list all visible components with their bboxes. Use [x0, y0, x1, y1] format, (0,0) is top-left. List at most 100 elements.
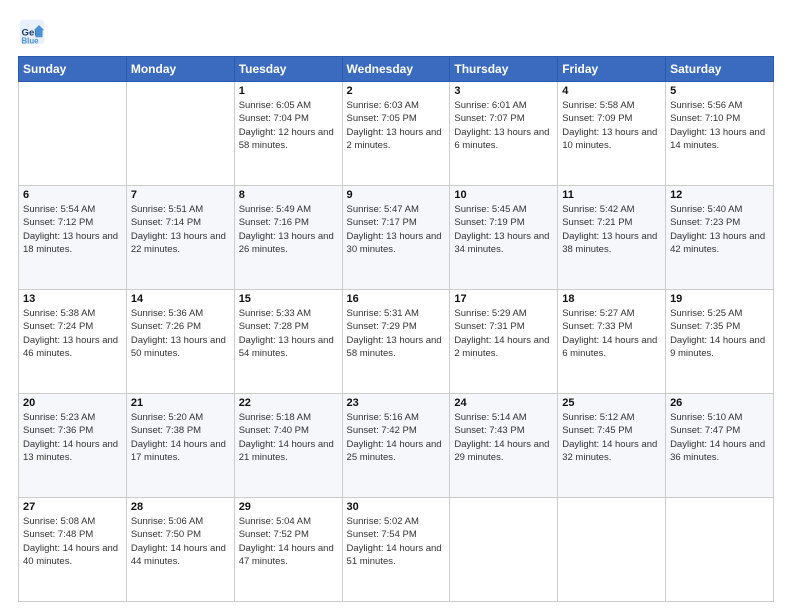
day-number: 11 [562, 189, 661, 201]
calendar-cell [19, 82, 127, 186]
day-number: 19 [670, 293, 769, 305]
day-number: 18 [562, 293, 661, 305]
day-info: Sunrise: 6:01 AMSunset: 7:07 PMDaylight:… [454, 99, 553, 152]
calendar-cell: 18 Sunrise: 5:27 AMSunset: 7:33 PMDayligh… [558, 290, 666, 394]
calendar-cell: 13 Sunrise: 5:38 AMSunset: 7:24 PMDayligh… [19, 290, 127, 394]
day-info: Sunrise: 5:20 AMSunset: 7:38 PMDaylight:… [131, 411, 230, 464]
day-info: Sunrise: 5:23 AMSunset: 7:36 PMDaylight:… [23, 411, 122, 464]
day-info: Sunrise: 5:40 AMSunset: 7:23 PMDaylight:… [670, 203, 769, 256]
day-info: Sunrise: 5:49 AMSunset: 7:16 PMDaylight:… [239, 203, 338, 256]
day-number: 12 [670, 189, 769, 201]
day-number: 25 [562, 397, 661, 409]
day-number: 3 [454, 85, 553, 97]
calendar-cell [126, 82, 234, 186]
day-number: 7 [131, 189, 230, 201]
calendar-cell: 28 Sunrise: 5:06 AMSunset: 7:50 PMDayligh… [126, 498, 234, 602]
day-number: 26 [670, 397, 769, 409]
calendar-cell: 15 Sunrise: 5:33 AMSunset: 7:28 PMDayligh… [234, 290, 342, 394]
calendar-week-3: 13 Sunrise: 5:38 AMSunset: 7:24 PMDayligh… [19, 290, 774, 394]
calendar-cell: 6Sunrise: 5:54 AMSunset: 7:12 PMDaylight… [19, 186, 127, 290]
calendar-header-tuesday: Tuesday [234, 57, 342, 82]
calendar-cell: 7 Sunrise: 5:51 AMSunset: 7:14 PMDaylight… [126, 186, 234, 290]
calendar-week-1: 1 Sunrise: 6:05 AMSunset: 7:04 PMDaylight… [19, 82, 774, 186]
calendar-cell: 11 Sunrise: 5:42 AMSunset: 7:21 PMDayligh… [558, 186, 666, 290]
day-info: Sunrise: 5:18 AMSunset: 7:40 PMDaylight:… [239, 411, 338, 464]
calendar-cell: 1 Sunrise: 6:05 AMSunset: 7:04 PMDaylight… [234, 82, 342, 186]
day-info: Sunrise: 5:38 AMSunset: 7:24 PMDaylight:… [23, 307, 122, 360]
day-info: Sunrise: 5:12 AMSunset: 7:45 PMDaylight:… [562, 411, 661, 464]
calendar-header-friday: Friday [558, 57, 666, 82]
day-info: Sunrise: 5:47 AMSunset: 7:17 PMDaylight:… [347, 203, 446, 256]
calendar-week-4: 20 Sunrise: 5:23 AMSunset: 7:36 PMDayligh… [19, 394, 774, 498]
day-number: 29 [239, 501, 338, 513]
calendar-cell [558, 498, 666, 602]
calendar-week-5: 27 Sunrise: 5:08 AMSunset: 7:48 PMDayligh… [19, 498, 774, 602]
day-number: 27 [23, 501, 122, 513]
calendar-cell: 17Sunrise: 5:29 AMSunset: 7:31 PMDayligh… [450, 290, 558, 394]
calendar-week-2: 6Sunrise: 5:54 AMSunset: 7:12 PMDaylight… [19, 186, 774, 290]
calendar-header-wednesday: Wednesday [342, 57, 450, 82]
day-number: 24 [454, 397, 553, 409]
day-number: 4 [562, 85, 661, 97]
day-info: Sunrise: 5:04 AMSunset: 7:52 PMDaylight:… [239, 515, 338, 568]
day-number: 17 [454, 293, 553, 305]
day-info: Sunrise: 5:14 AMSunset: 7:43 PMDaylight:… [454, 411, 553, 464]
day-number: 8 [239, 189, 338, 201]
calendar-cell: 27 Sunrise: 5:08 AMSunset: 7:48 PMDayligh… [19, 498, 127, 602]
logo: Gen Blue [18, 18, 50, 46]
calendar-cell: 3 Sunrise: 6:01 AMSunset: 7:07 PMDaylight… [450, 82, 558, 186]
calendar-cell: 2 Sunrise: 6:03 AMSunset: 7:05 PMDaylight… [342, 82, 450, 186]
calendar-header-saturday: Saturday [666, 57, 774, 82]
day-number: 15 [239, 293, 338, 305]
calendar-cell: 29 Sunrise: 5:04 AMSunset: 7:52 PMDayligh… [234, 498, 342, 602]
day-number: 23 [347, 397, 446, 409]
day-number: 20 [23, 397, 122, 409]
day-info: Sunrise: 5:25 AMSunset: 7:35 PMDaylight:… [670, 307, 769, 360]
calendar-table: SundayMondayTuesdayWednesdayThursdayFrid… [18, 56, 774, 602]
day-info: Sunrise: 5:08 AMSunset: 7:48 PMDaylight:… [23, 515, 122, 568]
day-info: Sunrise: 5:27 AMSunset: 7:33 PMDaylight:… [562, 307, 661, 360]
day-info: Sunrise: 5:58 AMSunset: 7:09 PMDaylight:… [562, 99, 661, 152]
day-info: Sunrise: 5:56 AMSunset: 7:10 PMDaylight:… [670, 99, 769, 152]
calendar-cell: 19 Sunrise: 5:25 AMSunset: 7:35 PMDayligh… [666, 290, 774, 394]
calendar-cell [450, 498, 558, 602]
day-number: 14 [131, 293, 230, 305]
day-info: Sunrise: 5:02 AMSunset: 7:54 PMDaylight:… [347, 515, 446, 568]
day-number: 16 [347, 293, 446, 305]
calendar-cell: 30 Sunrise: 5:02 AMSunset: 7:54 PMDayligh… [342, 498, 450, 602]
day-info: Sunrise: 5:42 AMSunset: 7:21 PMDaylight:… [562, 203, 661, 256]
day-info: Sunrise: 5:51 AMSunset: 7:14 PMDaylight:… [131, 203, 230, 256]
calendar-cell: 26Sunrise: 5:10 AMSunset: 7:47 PMDayligh… [666, 394, 774, 498]
day-info: Sunrise: 6:03 AMSunset: 7:05 PMDaylight:… [347, 99, 446, 152]
calendar-cell: 5 Sunrise: 5:56 AMSunset: 7:10 PMDaylight… [666, 82, 774, 186]
day-info: Sunrise: 6:05 AMSunset: 7:04 PMDaylight:… [239, 99, 338, 152]
calendar-cell: 20 Sunrise: 5:23 AMSunset: 7:36 PMDayligh… [19, 394, 127, 498]
logo-icon: Gen Blue [18, 18, 46, 46]
calendar-cell: 25 Sunrise: 5:12 AMSunset: 7:45 PMDayligh… [558, 394, 666, 498]
calendar-cell: 14 Sunrise: 5:36 AMSunset: 7:26 PMDayligh… [126, 290, 234, 394]
calendar-cell: 24 Sunrise: 5:14 AMSunset: 7:43 PMDayligh… [450, 394, 558, 498]
day-info: Sunrise: 5:36 AMSunset: 7:26 PMDaylight:… [131, 307, 230, 360]
day-number: 13 [23, 293, 122, 305]
day-number: 9 [347, 189, 446, 201]
day-number: 30 [347, 501, 446, 513]
calendar-cell: 8 Sunrise: 5:49 AMSunset: 7:16 PMDaylight… [234, 186, 342, 290]
header: Gen Blue [18, 18, 774, 46]
calendar-header-monday: Monday [126, 57, 234, 82]
day-number: 22 [239, 397, 338, 409]
calendar-header-sunday: Sunday [19, 57, 127, 82]
day-number: 5 [670, 85, 769, 97]
day-number: 6 [23, 189, 122, 201]
day-info: Sunrise: 5:33 AMSunset: 7:28 PMDaylight:… [239, 307, 338, 360]
day-number: 1 [239, 85, 338, 97]
day-number: 28 [131, 501, 230, 513]
day-info: Sunrise: 5:16 AMSunset: 7:42 PMDaylight:… [347, 411, 446, 464]
day-number: 21 [131, 397, 230, 409]
calendar-cell: 10Sunrise: 5:45 AMSunset: 7:19 PMDayligh… [450, 186, 558, 290]
calendar-cell [666, 498, 774, 602]
svg-text:Blue: Blue [22, 36, 40, 45]
calendar-cell: 9 Sunrise: 5:47 AMSunset: 7:17 PMDaylight… [342, 186, 450, 290]
day-info: Sunrise: 5:06 AMSunset: 7:50 PMDaylight:… [131, 515, 230, 568]
day-number: 2 [347, 85, 446, 97]
day-number: 10 [454, 189, 553, 201]
